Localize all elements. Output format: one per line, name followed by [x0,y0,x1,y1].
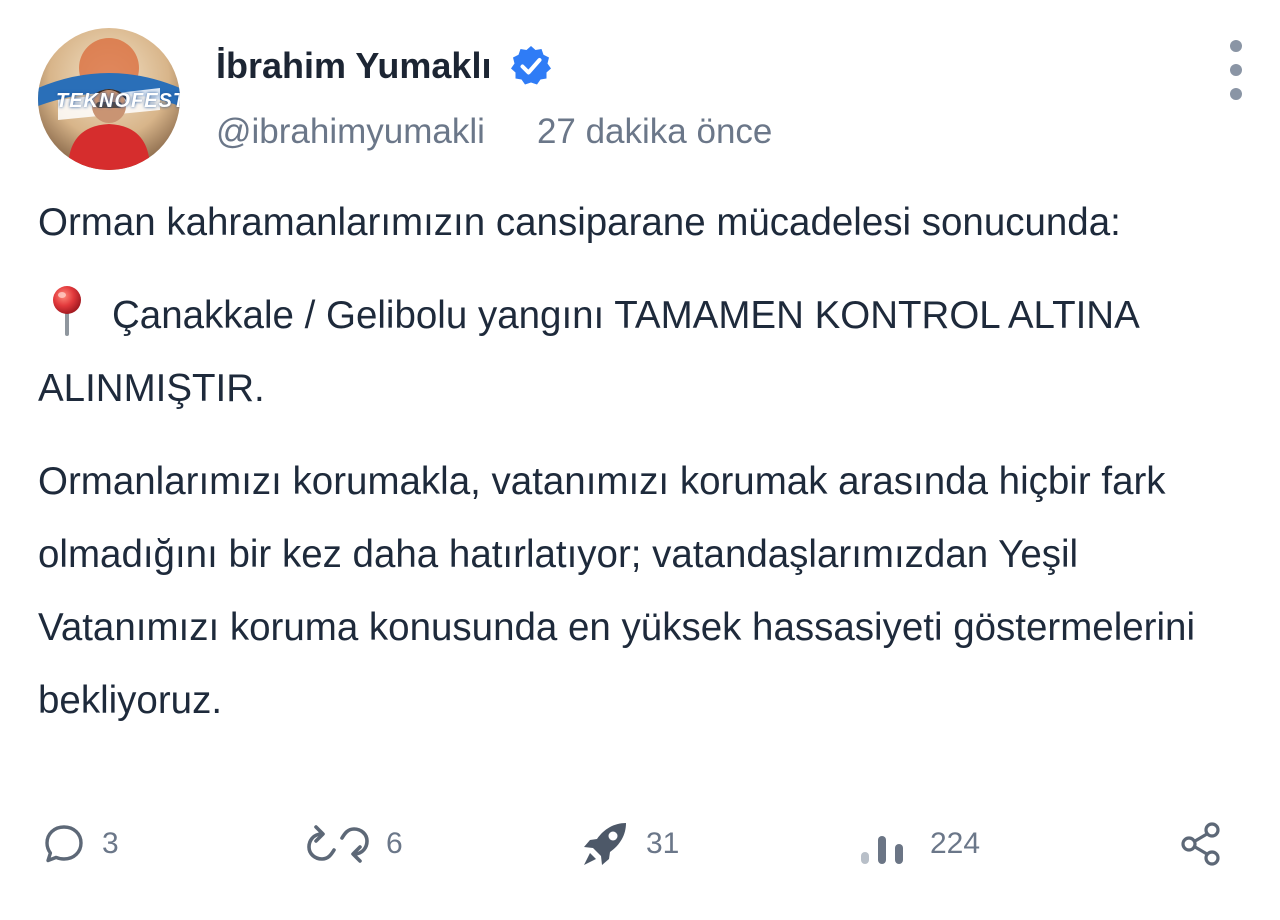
post-meta-row: @ibrahimyumakli 27 dakika önce [216,112,772,152]
author-handle[interactable]: @ibrahimyumakli [216,112,485,152]
post-timestamp[interactable]: 27 dakika önce [537,112,772,152]
share-button[interactable] [1180,812,1222,876]
boost-button[interactable]: 31 [580,812,679,876]
reply-button[interactable]: 3 [42,812,119,876]
share-icon [1180,822,1222,866]
rocket-icon [580,819,630,869]
more-dot [1230,88,1242,100]
more-options-icon[interactable] [1218,40,1254,100]
verified-badge-icon [509,44,553,88]
reply-count: 3 [102,827,119,860]
post-paragraph: Çanakkale / Gelibolu yangını TAMAMEN KON… [38,279,1238,425]
comment-bubble-icon [42,822,86,866]
repost-arrows-icon [306,822,370,866]
post-paragraph: Ormanlarımızı korumakla, vatanımızı koru… [38,460,1195,722]
more-dot [1230,64,1242,76]
post-action-bar: 3 6 31 224 [38,812,1228,876]
repost-button[interactable]: 6 [306,812,403,876]
author-display-name[interactable]: İbrahim Yumaklı [216,45,491,87]
repost-count: 6 [386,827,403,860]
post-body: Orman kahramanlarımızın cansiparane müca… [38,186,1238,737]
views-button[interactable]: 224 [858,812,980,876]
views-count: 224 [930,827,981,860]
post-paragraph-text: Çanakkale / Gelibolu yangını TAMAMEN KON… [38,294,1138,410]
post-paragraph: Orman kahramanlarımızın cansiparane müca… [38,201,1121,244]
author-name-row: İbrahim Yumaklı [216,44,553,88]
bar-chart-icon [858,822,914,866]
author-avatar[interactable]: TEKNOFEST [38,28,180,170]
more-dot [1230,40,1242,52]
round-pushpin-icon [38,284,96,336]
boost-count: 31 [646,827,680,860]
avatar-badge-text: TEKNOFEST [56,90,180,112]
